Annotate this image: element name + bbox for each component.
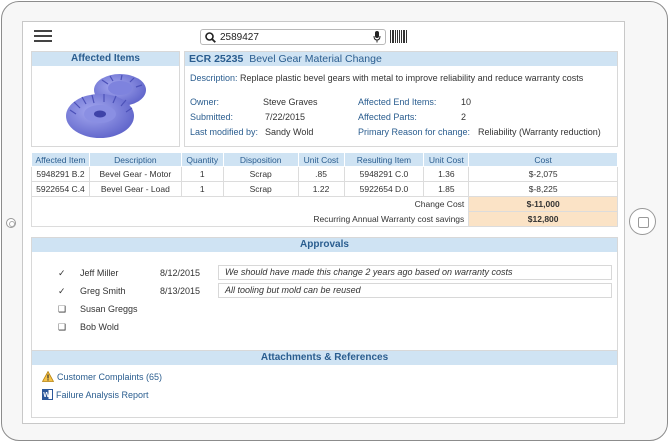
pending-checkbox-icon[interactable]: ❑ <box>58 322 66 333</box>
table-cell: $-8,225 <box>468 181 618 197</box>
hamburger-menu-icon[interactable] <box>34 30 52 42</box>
bevel-gear-image <box>66 74 146 138</box>
table-row[interactable]: 5922654 C.4 Bevel Gear - Load 1 Scrap 1.… <box>31 181 618 197</box>
table-cell: 1.22 <box>297 181 345 197</box>
end-items-label: Affected End Items: <box>358 97 437 107</box>
description-row: Description: Replace plastic bevel gears… <box>190 73 583 83</box>
search-icon[interactable] <box>205 32 216 45</box>
table-row[interactable]: 5948291 B.2 Bevel Gear - Motor 1 Scrap .… <box>31 166 618 182</box>
attachments-panel: Attachments & References Customer Compla… <box>31 350 618 418</box>
parts-value: 2 <box>461 112 467 122</box>
table-cell: $-2,075 <box>468 166 618 182</box>
camera-icon <box>6 218 16 228</box>
approval-row[interactable]: ❑ Susan Greggs <box>32 304 617 322</box>
screen: 2589427 Affected Items ECR 25235 Bevel G… <box>22 21 625 424</box>
approval-comment: All tooling but mold can be reused <box>218 283 612 298</box>
parts-label: Affected Parts: <box>358 112 417 122</box>
table-cell: 1.36 <box>423 166 470 182</box>
home-button[interactable] <box>629 208 656 235</box>
reason-value: Reliability (Warranty reduction) <box>478 127 601 137</box>
savings-value: $12,800 <box>468 211 618 227</box>
change-cost-value: $-11,000 <box>468 196 618 212</box>
table-cell: Scrap <box>222 166 299 182</box>
approvals-panel: Approvals ✓ Jeff Miller 8/12/2015 We sho… <box>31 237 618 353</box>
approver-name: Greg Smith <box>80 286 126 296</box>
approvals-title: Approvals <box>32 238 617 252</box>
owner-label: Owner: <box>190 97 220 107</box>
attachments-title: Attachments & References <box>32 351 617 365</box>
savings-label: Recurring Annual Warranty cost savings <box>30 211 470 227</box>
column-header: Quantity <box>180 152 224 167</box>
affected-items-panel: Affected Items <box>31 51 180 147</box>
table-cell: Bevel Gear - Motor <box>88 166 182 182</box>
approved-check-icon: ✓ <box>58 286 66 296</box>
modified-label: Last modified by: <box>190 127 259 137</box>
approval-row[interactable]: ❑ Bob Wold <box>32 322 617 340</box>
table-header-row: Affected Item Description Quantity Dispo… <box>31 152 618 167</box>
submitted-value: 7/22/2015 <box>265 112 306 122</box>
description-value: Replace plastic bevel gears with metal t… <box>240 73 584 83</box>
reason-label: Primary Reason for change: <box>358 127 471 137</box>
tablet-frame: 2589427 Affected Items ECR 25235 Bevel G… <box>1 1 668 441</box>
microphone-icon[interactable] <box>373 31 381 45</box>
column-header: Cost <box>468 152 618 167</box>
table-cell: 5948291 C.0 <box>343 166 425 182</box>
owner-value: Steve Graves <box>263 97 318 107</box>
ecr-header: ECR 25235 Bevel Gear Material Change <box>185 52 617 66</box>
ecr-number: ECR 25235 <box>189 53 244 65</box>
attachment-link[interactable]: W Failure Analysis Report <box>42 389 149 400</box>
ecr-details-panel: ECR 25235 Bevel Gear Material Change Desc… <box>184 51 618 147</box>
attachment-label: Customer Complaints (65) <box>57 372 163 382</box>
approval-date: 8/12/2015 <box>160 268 201 278</box>
table-cell: Bevel Gear - Load <box>88 181 182 197</box>
table-cell: 5922654 D.0 <box>343 181 425 197</box>
affected-items-title: Affected Items <box>32 52 179 66</box>
column-header: Affected Item <box>31 152 90 167</box>
barcode-scan-icon[interactable] <box>390 30 407 43</box>
approver-name: Jeff Miller <box>80 268 119 278</box>
table-cell: 1 <box>180 181 224 197</box>
column-header: Description <box>88 152 182 167</box>
approval-row: ✓ Greg Smith 8/13/2015 All tooling but m… <box>32 283 617 304</box>
description-label: Description: <box>190 73 238 83</box>
column-header: Resulting Item <box>343 152 425 167</box>
word-doc-icon: W <box>42 389 53 400</box>
table-cell: 1 <box>180 166 224 182</box>
table-cell: Scrap <box>222 181 299 197</box>
submitted-label: Submitted: <box>190 112 234 122</box>
table-cell: 1.85 <box>423 181 470 197</box>
approval-date: 8/13/2015 <box>160 286 201 296</box>
attachment-link[interactable]: Customer Complaints (65) <box>41 370 163 382</box>
approver-name: Bob Wold <box>80 322 119 332</box>
table-cell: 5922654 C.4 <box>31 181 90 197</box>
ecr-title: Bevel Gear Material Change <box>249 53 382 65</box>
table-cell: .85 <box>297 166 345 182</box>
table-cell: 5948291 B.2 <box>31 166 90 182</box>
modified-value: Sandy Wold <box>265 127 314 137</box>
column-header: Unit Cost <box>297 152 345 167</box>
search-field[interactable]: 2589427 <box>200 29 386 45</box>
change-cost-row: Change Cost $-11,000 <box>30 196 618 212</box>
approver-name: Susan Greggs <box>80 304 138 314</box>
warning-icon <box>41 370 55 382</box>
search-input-value[interactable]: 2589427 <box>220 32 259 43</box>
svg-text:W: W <box>43 392 50 399</box>
pending-checkbox-icon[interactable]: ❑ <box>58 304 66 315</box>
change-cost-label: Change Cost <box>30 196 470 212</box>
savings-row: Recurring Annual Warranty cost savings $… <box>30 211 618 227</box>
affected-items-table: Affected Item Description Quantity Dispo… <box>30 152 618 227</box>
column-header: Unit Cost <box>423 152 470 167</box>
attachment-label: Failure Analysis Report <box>56 390 149 400</box>
end-items-value: 10 <box>461 97 472 107</box>
approval-comment: We should have made this change 2 years … <box>218 265 612 280</box>
approved-check-icon: ✓ <box>58 268 66 278</box>
column-header: Disposition <box>222 152 299 167</box>
